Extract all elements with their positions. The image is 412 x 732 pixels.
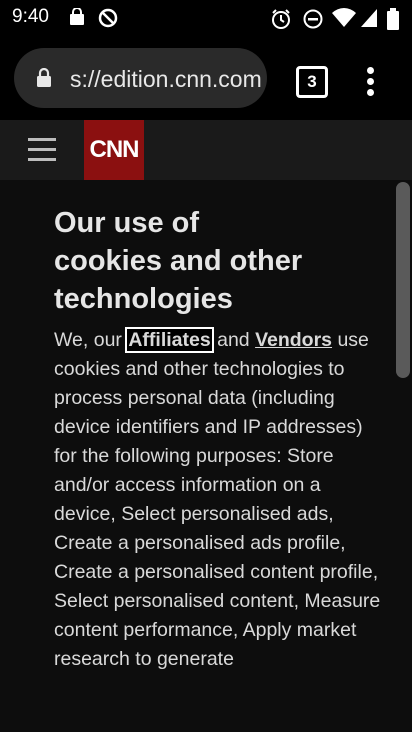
browser-toolbar: s://edition.cnn.com 3 xyxy=(0,36,412,120)
wifi-icon xyxy=(332,8,356,33)
consent-dialog: Our use of cookies and other technologie… xyxy=(54,204,384,674)
cnn-logo[interactable]: CNN xyxy=(84,120,144,180)
status-time: 9:40 xyxy=(12,6,49,27)
do-not-disturb-icon xyxy=(302,8,324,35)
consent-and: and xyxy=(211,329,256,351)
address-bar[interactable]: s://edition.cnn.com xyxy=(14,48,267,108)
affiliates-link[interactable]: Affiliates xyxy=(125,327,214,353)
status-bar: 9:40 xyxy=(0,0,412,36)
tab-switcher-button[interactable]: 3 xyxy=(296,66,328,98)
consent-title: Our use of cookies and other technologie… xyxy=(54,207,303,315)
url-text[interactable]: s://edition.cnn.com xyxy=(70,66,262,93)
site-header: CNN xyxy=(0,120,412,180)
consent-body: We, our Affiliates and Vendors use cooki… xyxy=(54,326,384,674)
hamburger-menu-icon[interactable] xyxy=(28,138,56,168)
shopping-bag-icon xyxy=(68,7,86,31)
more-vert-icon[interactable] xyxy=(360,64,380,100)
battery-icon xyxy=(386,8,400,35)
lock-icon[interactable] xyxy=(36,67,52,93)
signal-icon xyxy=(360,8,378,33)
no-disturb-circle-icon xyxy=(98,8,118,33)
consent-body-text: use cookies and other technologies to pr… xyxy=(54,329,381,670)
consent-intro: We, our xyxy=(54,329,128,351)
vendors-link[interactable]: Vendors xyxy=(255,329,332,351)
alarm-icon xyxy=(270,8,292,35)
scrollbar[interactable] xyxy=(396,182,410,378)
